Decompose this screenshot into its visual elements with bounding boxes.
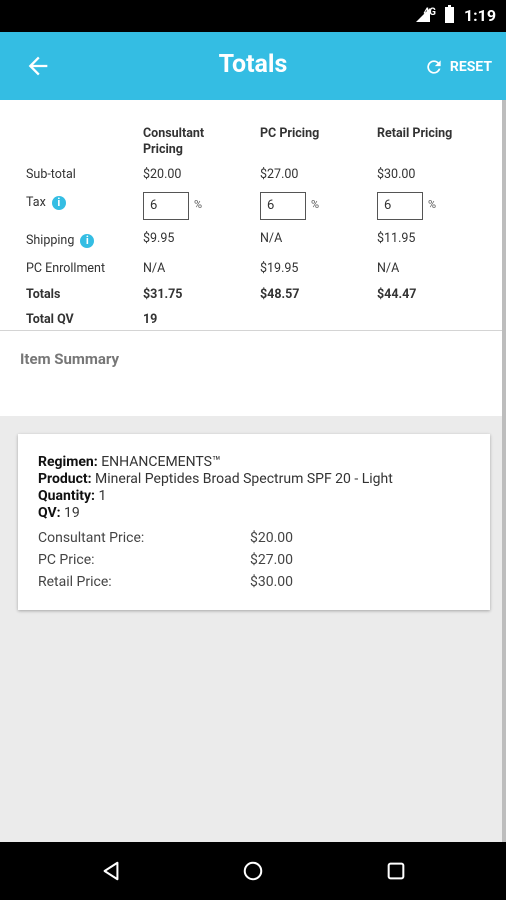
product-value: Mineral Peptides Broad Spectrum SPF 20 -…: [95, 471, 393, 487]
regimen-line: Regimen: ENHANCEMENTS™: [38, 454, 221, 470]
totals-retail: $44.47: [377, 287, 417, 302]
total-qv-label: Total QV: [26, 312, 74, 327]
pc-enrollment-consultant: N/A: [143, 261, 166, 276]
pc-enrollment-pc: $19.95: [260, 261, 299, 276]
tax-label: Tax: [26, 195, 46, 210]
subtotal-pc: $27.00: [260, 167, 299, 182]
recents-nav-icon[interactable]: [385, 860, 407, 882]
shipping-info-icon[interactable]: i: [80, 233, 95, 248]
subtotal-retail: $30.00: [377, 167, 416, 182]
tax-info-icon[interactable]: i: [51, 195, 66, 210]
reset-button[interactable]: RESET: [424, 55, 492, 79]
shipping-label-row: Shipping i: [26, 233, 95, 248]
shipping-pc: N/A: [260, 231, 283, 246]
qv-line: QV: 19: [38, 505, 80, 521]
regimen-value: ENHANCEMENTS™: [101, 454, 221, 470]
pc-enrollment-retail: N/A: [377, 261, 400, 276]
tax-percent-retail: %: [428, 198, 437, 211]
tax-input-consultant[interactable]: 6: [143, 192, 189, 220]
tax-percent-consultant: %: [194, 198, 203, 211]
retail-price-label: Retail Price:: [38, 574, 112, 590]
totals-pc: $48.57: [260, 287, 300, 302]
shipping-retail: $11.95: [377, 231, 416, 246]
divider: [0, 330, 504, 331]
quantity-line: Quantity: 1: [38, 488, 106, 504]
regimen-label: Regimen:: [38, 454, 98, 470]
shipping-consultant: $9.95: [143, 231, 175, 246]
consultant-price-value: $20.00: [250, 530, 294, 546]
totals-consultant: $31.75: [143, 287, 183, 302]
network-type: 4G: [423, 7, 436, 18]
product-label: Product:: [38, 471, 92, 487]
tax-percent-pc: %: [311, 198, 320, 211]
tax-input-pc[interactable]: 6: [260, 192, 306, 220]
column-header-consultant: Consultant Pricing: [143, 126, 205, 157]
consultant-price-label: Consultant Price:: [38, 530, 145, 546]
home-nav-icon[interactable]: [242, 860, 264, 882]
retail-price-value: $30.00: [250, 574, 294, 590]
qv-label: QV:: [38, 505, 61, 521]
refresh-icon: [427, 60, 441, 74]
battery-icon: [445, 5, 454, 23]
item-card[interactable]: Regimen: ENHANCEMENTS™ Product: Mineral …: [18, 434, 490, 610]
reset-label: RESET: [449, 59, 492, 75]
quantity-label: Quantity:: [38, 488, 96, 504]
pc-price-label: PC Price:: [38, 552, 95, 568]
pc-price-value: $27.00: [250, 552, 294, 568]
totals-label: Totals: [26, 287, 61, 302]
total-qv-value: 19: [143, 312, 158, 327]
column-header-pc: PC Pricing: [260, 126, 320, 141]
tax-label-row: Tax i: [26, 195, 66, 210]
navigation-bar: [0, 842, 506, 900]
tax-input-retail[interactable]: 6: [377, 192, 423, 220]
scrollbar[interactable]: [502, 100, 506, 845]
qv-value: 19: [64, 505, 80, 521]
app-bar: Totals RESET: [0, 32, 506, 100]
totals-sheet: Consultant Pricing PC Pricing Retail Pri…: [0, 100, 504, 416]
item-summary-heading: Item Summary: [20, 350, 120, 368]
product-line: Product: Mineral Peptides Broad Spectrum…: [38, 471, 393, 487]
subtotal-label: Sub-total: [26, 167, 76, 182]
pc-enrollment-label: PC Enrollment: [26, 261, 106, 276]
back-nav-icon[interactable]: [100, 860, 122, 882]
column-header-retail: Retail Pricing: [377, 126, 453, 141]
clock: 1:19: [463, 6, 496, 25]
totals-table: Consultant Pricing PC Pricing Retail Pri…: [0, 100, 504, 332]
subtotal-consultant: $20.00: [143, 167, 182, 182]
status-bar: 4G 1:19: [0, 0, 506, 32]
shipping-label: Shipping: [26, 233, 75, 248]
quantity-value: 1: [98, 488, 107, 504]
